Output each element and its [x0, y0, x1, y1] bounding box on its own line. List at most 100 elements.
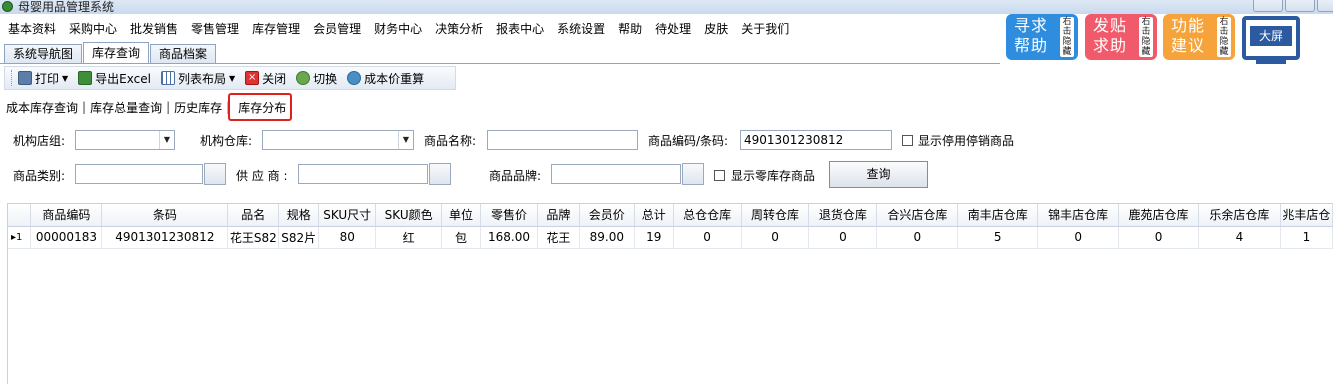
- row-indicator[interactable]: ▸1: [8, 226, 32, 249]
- table-cell[interactable]: 1: [1280, 226, 1333, 249]
- table-cell[interactable]: 0: [741, 226, 810, 249]
- column-header[interactable]: 退货仓库: [808, 204, 878, 227]
- menu-decision[interactable]: 决策分析: [435, 20, 483, 37]
- show-discontinued-label: 显示停用停销商品: [918, 134, 1015, 148]
- menu-basic-info[interactable]: 基本资料: [8, 20, 56, 37]
- column-header[interactable]: 品牌: [537, 204, 580, 227]
- toolbar: 打印 ▼ 导出Excel 列表布局 ▼ × 关闭 切换 成本价重算: [4, 66, 456, 90]
- grid-layout-icon: [160, 71, 175, 85]
- feature-suggest-card[interactable]: 功能建议 右击隐藏: [1163, 14, 1235, 60]
- column-header[interactable]: 总仓仓库: [673, 204, 742, 227]
- brand-input[interactable]: [551, 164, 681, 184]
- post-help-card[interactable]: 发贴求助 右击隐藏: [1085, 14, 1157, 60]
- column-header[interactable]: 总计: [634, 204, 674, 227]
- table-cell[interactable]: 0: [808, 226, 878, 249]
- seek-help-card[interactable]: 寻求帮助 右击隐藏: [1006, 14, 1078, 60]
- tab-product-archive[interactable]: 商品档案: [150, 44, 217, 64]
- query-button[interactable]: 查询: [829, 161, 928, 188]
- tab-system-nav[interactable]: 系统导航图: [4, 44, 83, 64]
- column-header[interactable]: 鹿苑店仓库: [1118, 204, 1199, 227]
- column-header[interactable]: SKU尺寸: [318, 204, 377, 227]
- tab-inventory-query[interactable]: 库存查询: [83, 42, 150, 64]
- menu-pending[interactable]: 待处理: [655, 20, 691, 37]
- column-header[interactable]: 商品编码: [30, 204, 103, 227]
- table-cell[interactable]: 89.00: [579, 226, 635, 249]
- org-group-select[interactable]: ▼: [75, 130, 175, 150]
- supplier-picker-button[interactable]: [429, 163, 451, 185]
- column-header[interactable]: 南丰店仓库: [957, 204, 1039, 227]
- table-cell[interactable]: 0: [1118, 226, 1199, 249]
- product-name-input[interactable]: [487, 130, 638, 150]
- column-header[interactable]: 兆丰店仓: [1280, 204, 1333, 227]
- menu-purchase[interactable]: 采购中心: [69, 20, 117, 37]
- seek-help-label: 寻求帮助: [1014, 16, 1049, 55]
- menu-skin[interactable]: 皮肤: [704, 20, 728, 37]
- column-header[interactable]: 锦丰店仓库: [1037, 204, 1120, 227]
- column-header[interactable]: 零售价: [480, 204, 538, 227]
- big-screen-button[interactable]: 大屏: [1242, 16, 1300, 60]
- org-warehouse-select[interactable]: ▼: [262, 130, 414, 150]
- category-picker-button[interactable]: [204, 163, 226, 185]
- menu-finance[interactable]: 财务中心: [374, 20, 422, 37]
- table-cell[interactable]: 19: [634, 226, 674, 249]
- close-button[interactable]: × 关闭: [245, 70, 286, 87]
- menu-reports[interactable]: 报表中心: [496, 20, 544, 37]
- category-label: 商品类别:: [13, 169, 66, 183]
- table-cell[interactable]: 红: [375, 226, 443, 249]
- print-button[interactable]: 打印 ▼: [18, 70, 68, 87]
- table-cell[interactable]: 包: [441, 226, 482, 249]
- table-cell[interactable]: 00000183: [30, 226, 103, 249]
- toolbar-grip[interactable]: [11, 70, 14, 86]
- column-header[interactable]: 品名: [227, 204, 280, 227]
- column-header[interactable]: 规格: [278, 204, 320, 227]
- menu-settings[interactable]: 系统设置: [557, 20, 605, 37]
- recalc-cost-button[interactable]: 成本价重算: [347, 70, 424, 87]
- table-cell[interactable]: 168.00: [480, 226, 538, 249]
- maximize-button[interactable]: [1285, 0, 1315, 12]
- column-header[interactable]: 单位: [441, 204, 482, 227]
- chevron-down-icon[interactable]: ▼: [398, 131, 413, 149]
- show-discontinued-checkbox[interactable]: [902, 135, 913, 146]
- column-header[interactable]: 周转仓库: [741, 204, 810, 227]
- close-window-button[interactable]: [1317, 0, 1333, 12]
- table-cell[interactable]: 花王: [537, 226, 580, 249]
- table-cell[interactable]: 4: [1198, 226, 1281, 249]
- show-zero-stock-checkbox[interactable]: [714, 170, 725, 181]
- list-layout-button[interactable]: 列表布局 ▼: [160, 70, 235, 87]
- column-header[interactable]: 合兴店仓库: [876, 204, 959, 227]
- table-row[interactable]: ▸1 00000183 4901301230812 花王S82 S82片 80 …: [8, 226, 1333, 249]
- column-header[interactable]: 乐余店仓库: [1198, 204, 1281, 227]
- table-cell[interactable]: 4901301230812: [101, 226, 229, 249]
- brand-picker-button[interactable]: [682, 163, 704, 185]
- export-excel-button[interactable]: 导出Excel: [78, 70, 151, 87]
- tab-total-inventory[interactable]: 库存总量查询: [90, 99, 162, 116]
- minimize-button[interactable]: [1253, 0, 1283, 12]
- product-code-input[interactable]: 4901301230812: [740, 130, 892, 150]
- menu-retail[interactable]: 零售管理: [191, 20, 239, 37]
- table-cell[interactable]: 5: [957, 226, 1039, 249]
- tab-separator: |: [166, 100, 171, 114]
- menu-help[interactable]: 帮助: [618, 20, 642, 37]
- supplier-input[interactable]: [298, 164, 428, 184]
- menu-inventory[interactable]: 库存管理: [252, 20, 300, 37]
- category-input[interactable]: [75, 164, 203, 184]
- tab-history-inventory[interactable]: 历史库存: [174, 99, 222, 116]
- switch-button[interactable]: 切换: [296, 70, 337, 87]
- menu-about[interactable]: 关于我们: [741, 20, 789, 37]
- table-cell[interactable]: 花王S82: [227, 226, 280, 249]
- column-header[interactable]: 条码: [101, 204, 229, 227]
- chevron-down-icon[interactable]: ▼: [159, 131, 174, 149]
- feature-suggest-hide-hint: 右击隐藏: [1217, 17, 1231, 57]
- table-cell[interactable]: 0: [1037, 226, 1120, 249]
- column-header[interactable]: 会员价: [579, 204, 635, 227]
- tab-cost-inventory[interactable]: 成本库存查询: [6, 99, 78, 116]
- menu-member[interactable]: 会员管理: [313, 20, 361, 37]
- column-header[interactable]: SKU颜色: [375, 204, 443, 227]
- table-cell[interactable]: 0: [876, 226, 959, 249]
- table-cell[interactable]: 0: [673, 226, 742, 249]
- table-cell[interactable]: S82片: [278, 226, 320, 249]
- menu-wholesale[interactable]: 批发销售: [130, 20, 178, 37]
- table-cell[interactable]: 80: [318, 226, 377, 249]
- switch-label: 切换: [313, 71, 338, 86]
- org-warehouse-label: 机构仓库:: [200, 134, 253, 148]
